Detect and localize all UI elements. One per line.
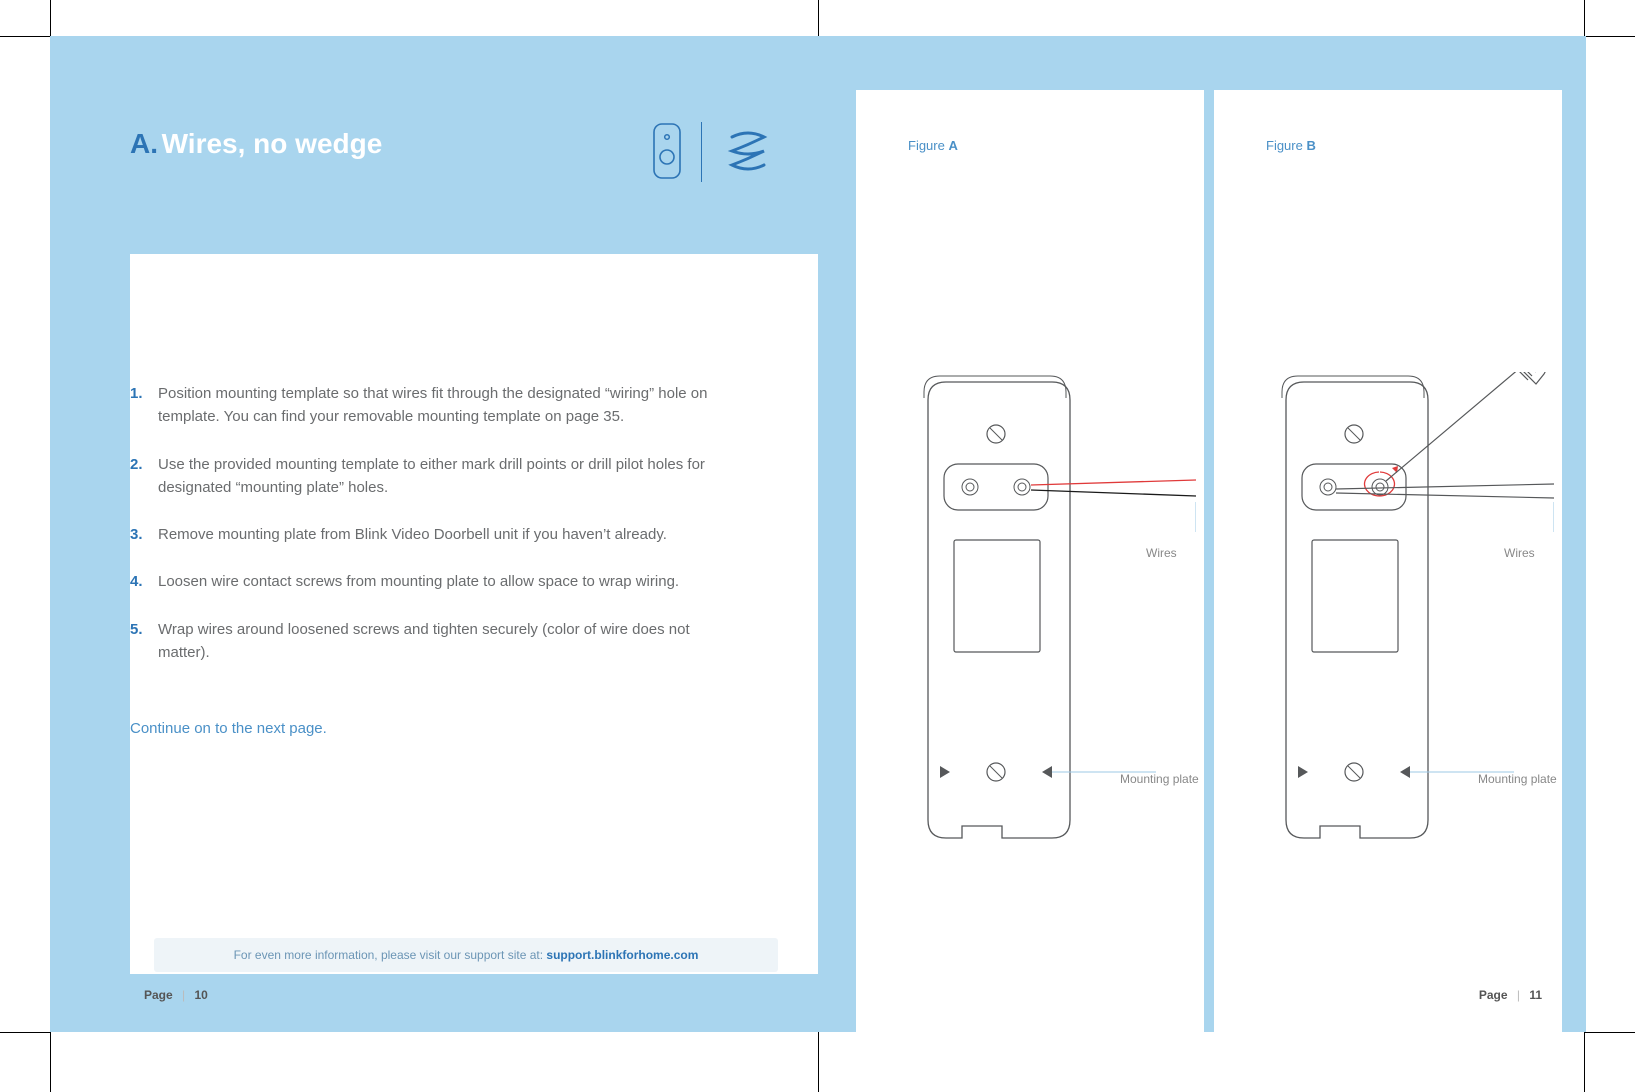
crop-mark xyxy=(0,1032,50,1033)
page-word: Page xyxy=(1479,988,1508,1002)
header-icons xyxy=(653,122,774,182)
figure-a-label: Figure A xyxy=(908,138,958,153)
header-prefix: A. xyxy=(130,128,158,159)
step-number: 2. xyxy=(130,453,158,500)
figure-a-panel: Figure A xyxy=(856,90,1204,1032)
crop-mark xyxy=(1585,36,1635,37)
step-text: Use the provided mounting template to ei… xyxy=(158,453,738,500)
step-list: 1. Position mounting template so that wi… xyxy=(130,382,738,664)
figure-prefix: Figure xyxy=(1266,138,1306,153)
page-number-left: Page | 10 xyxy=(144,988,208,1002)
figure-id: A xyxy=(948,138,957,153)
wires-label: Wires xyxy=(1504,546,1535,560)
header-title: Wires, no wedge xyxy=(162,128,383,159)
crop-mark xyxy=(50,0,51,36)
crop-mark xyxy=(1584,0,1585,36)
doorbell-icon xyxy=(653,123,681,182)
figure-id: B xyxy=(1306,138,1315,153)
plate-callout-b: Mounting plate xyxy=(1478,772,1557,786)
step-text: Wrap wires around loosened screws and ti… xyxy=(158,618,738,665)
page-num: 10 xyxy=(195,988,208,1002)
step-text: Position mounting template so that wires… xyxy=(158,382,738,429)
header-divider xyxy=(701,122,702,182)
manual-spread: A. Wires, no wedge xyxy=(0,0,1635,1092)
step-item: 5. Wrap wires around loosened screws and… xyxy=(130,618,738,665)
page-word: Page xyxy=(144,988,173,1002)
page-sep: | xyxy=(182,988,185,1002)
figure-prefix: Figure xyxy=(908,138,948,153)
wires-callout-b: Wires xyxy=(1504,546,1535,560)
plate-label: Mounting plate xyxy=(1478,772,1557,786)
figure-b-panel: Figure B xyxy=(1214,90,1562,1032)
support-lead: For even more information, please visit … xyxy=(234,948,547,962)
plate-label: Mounting plate xyxy=(1120,772,1199,786)
crop-mark xyxy=(818,1032,819,1092)
continue-hint: Continue on to the next page. xyxy=(130,720,738,737)
support-bar: For even more information, please visit … xyxy=(154,938,778,972)
crop-mark xyxy=(818,0,819,36)
crop-mark xyxy=(50,1032,51,1092)
wires-label: Wires xyxy=(1146,546,1177,560)
step-number: 3. xyxy=(130,523,158,546)
step-number: 1. xyxy=(130,382,158,429)
wire-icon xyxy=(722,125,774,180)
step-number: 4. xyxy=(130,570,158,593)
left-page: A. Wires, no wedge xyxy=(50,36,818,1032)
step-item: 3. Remove mounting plate from Blink Vide… xyxy=(130,523,738,546)
crop-mark xyxy=(0,36,50,37)
figure-b-label: Figure B xyxy=(1266,138,1316,153)
page-sep: | xyxy=(1517,988,1520,1002)
wires-callout-a: Wires xyxy=(1146,546,1177,560)
step-number: 5. xyxy=(130,618,158,665)
plate-callout-a: Mounting plate xyxy=(1120,772,1199,786)
right-page: Figure A xyxy=(818,36,1586,1032)
step-text: Remove mounting plate from Blink Video D… xyxy=(158,523,738,546)
page-number-right: Page | 11 xyxy=(1479,988,1542,1002)
instructions-panel: 1. Position mounting template so that wi… xyxy=(130,254,818,974)
crop-mark xyxy=(1585,1032,1635,1033)
page-header: A. Wires, no wedge xyxy=(50,36,818,218)
step-text: Loosen wire contact screws from mounting… xyxy=(158,570,738,593)
page-num: 11 xyxy=(1529,988,1542,1002)
step-item: 1. Position mounting template so that wi… xyxy=(130,382,738,429)
step-item: 4. Loosen wire contact screws from mount… xyxy=(130,570,738,593)
support-link[interactable]: support.blinkforhome.com xyxy=(546,948,698,962)
crop-mark xyxy=(1584,1032,1585,1092)
step-item: 2. Use the provided mounting template to… xyxy=(130,453,738,500)
